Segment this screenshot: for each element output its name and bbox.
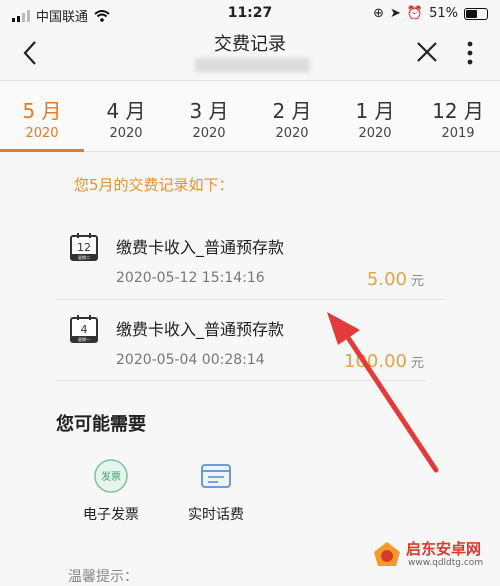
tab-year: 2020 (358, 126, 392, 141)
amount-value: 5.00 (366, 269, 407, 290)
record-datetime: 2020-05-12 15:14:16 (116, 270, 265, 286)
calendar-weekday: 星期一 (78, 336, 90, 342)
watermark-name: 启东安卓网 (406, 540, 482, 558)
amount-unit: 元 (410, 274, 424, 289)
bill-card-icon (201, 464, 231, 488)
calendar-icon: 12 星期二 (70, 233, 98, 261)
invoice-icon-text: 发票 (101, 470, 121, 483)
record-amount: 100.00 元 (344, 351, 424, 372)
records-intro: 您5月的交费记录如下： (74, 176, 234, 194)
tab-year: 2020 (25, 126, 59, 141)
alarm-icon: ⏰ (406, 6, 424, 21)
tab-mar-2020[interactable]: 3 月 2020 (167, 81, 251, 151)
record-description: 缴费卡收入_普通预存款 (116, 320, 285, 339)
invoice-icon: 发票 (94, 459, 128, 493)
active-tab-indicator (0, 149, 84, 152)
watermark-logo-icon (374, 542, 400, 566)
tab-year: 2020 (192, 126, 226, 141)
tab-year: 2020 (109, 126, 143, 141)
record-description: 缴费卡收入_普通预存款 (116, 238, 285, 257)
nav-bar: 交费记录 (0, 28, 500, 81)
close-button[interactable] (414, 39, 440, 65)
tab-month: 5 月 (22, 99, 62, 123)
tab-month: 3 月 (189, 99, 229, 123)
blurred-phone-number (195, 58, 310, 72)
payment-record[interactable]: 12 星期二 缴费卡收入_普通预存款 2020-05-12 15:14:16 5… (56, 228, 446, 298)
watermark-url: www.qdldtg.com (408, 558, 484, 568)
section-title: 您可能需要 (56, 414, 146, 435)
calendar-day: 12 (77, 241, 91, 254)
orientation-lock-icon: ⊕ (373, 6, 384, 21)
month-tabs: 5 月 2020 4 月 2020 3 月 2020 2 月 2020 1 月 2020 … (0, 81, 500, 152)
payment-record[interactable]: 4 星期一 缴费卡收入_普通预存款 2020-05-04 00:28:14 10… (56, 310, 446, 380)
record-divider (56, 299, 446, 300)
tab-dec-2019[interactable]: 12 月 2019 (416, 81, 500, 151)
calendar-day: 4 (81, 323, 88, 336)
tab-apr-2020[interactable]: 4 月 2020 (84, 81, 168, 151)
tip-heading: 温馨提示： (68, 569, 138, 585)
amount-unit: 元 (410, 356, 424, 371)
location-icon: ➤ (390, 6, 401, 21)
record-divider (56, 380, 426, 381)
tab-month: 2 月 (272, 99, 312, 123)
battery-percent: 51% (429, 6, 458, 21)
record-datetime: 2020-05-04 00:28:14 (116, 352, 265, 368)
amount-value: 100.00 (344, 351, 407, 372)
calendar-weekday: 星期二 (78, 254, 90, 260)
tab-may-2020[interactable]: 5 月 2020 (0, 81, 84, 152)
tab-year: 2020 (275, 126, 309, 141)
record-amount: 5.00 元 (367, 269, 424, 290)
status-bar: 中国联通 11:27 ⊕ ➤ ⏰ 51% (0, 0, 500, 28)
service-label: 实时话费 (188, 507, 244, 523)
calendar-icon: 4 星期一 (70, 315, 98, 343)
service-realtime-bill[interactable]: 实时话费 (171, 458, 261, 524)
tab-month: 1 月 (355, 99, 395, 123)
watermark: 启东安卓网 www.qdldtg.com (372, 536, 494, 572)
tab-jan-2020[interactable]: 1 月 2020 (333, 81, 417, 151)
service-label: 电子发票 (83, 507, 139, 523)
tab-month: 12 月 (432, 99, 484, 123)
service-e-invoice[interactable]: 发票 电子发票 (66, 458, 156, 524)
tab-month: 4 月 (106, 99, 146, 123)
tab-feb-2020[interactable]: 2 月 2020 (250, 81, 334, 151)
battery-icon (464, 7, 488, 20)
more-options-button[interactable] (466, 40, 474, 66)
tab-year: 2019 (441, 126, 475, 141)
